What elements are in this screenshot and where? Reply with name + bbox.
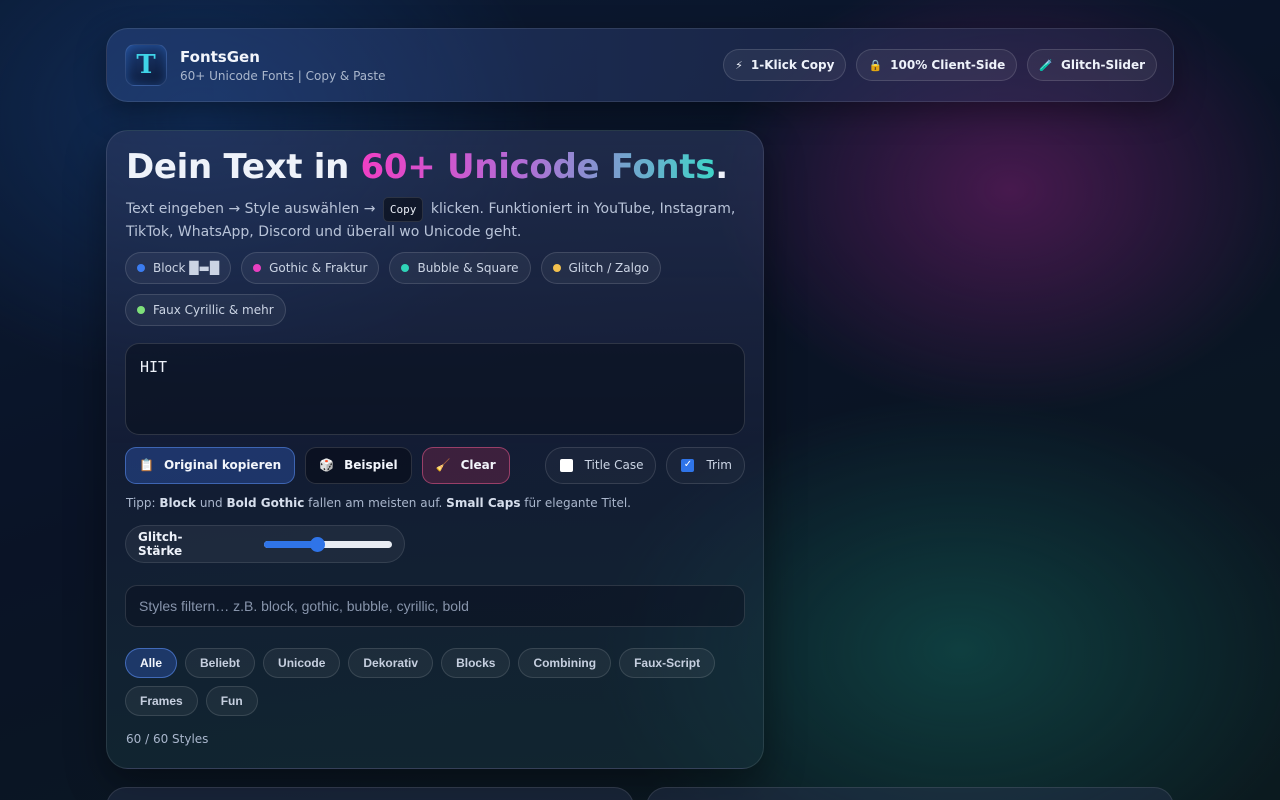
tab-combining[interactable]: Combining xyxy=(518,648,612,678)
lightning-icon: ⚡ xyxy=(735,58,743,72)
text-input[interactable]: HIT xyxy=(125,343,745,435)
tip-text: Tipp: Block und Bold Gothic fallen am me… xyxy=(126,496,631,510)
title-case-toggle[interactable]: Title Case xyxy=(544,446,657,484)
category-chip-glitch: Glitch / Zalgo xyxy=(540,252,661,284)
dot-icon xyxy=(401,264,410,272)
example-button[interactable]: 🎲 Beispiel xyxy=(305,446,412,484)
chip-label: Glitch / Zalgo xyxy=(568,261,649,275)
badge-label: 100% Client-Side xyxy=(890,58,1006,72)
category-chip-gothic: Gothic & Fraktur xyxy=(241,252,380,284)
tip-bold-gothic: Bold Gothic xyxy=(226,496,305,510)
chip-label: Bubble & Square xyxy=(417,261,519,275)
chip-label: Faux Cyrillic & mehr xyxy=(153,303,274,317)
lock-icon: 🔒 xyxy=(868,58,883,72)
tab-dekorativ[interactable]: Dekorativ xyxy=(348,648,434,678)
tab-beliebt[interactable]: Beliebt xyxy=(185,648,256,678)
trim-toggle[interactable]: Trim xyxy=(666,446,745,484)
tip-bold-block: Block xyxy=(159,496,196,510)
copy-kbd: Copy xyxy=(382,197,424,222)
title-case-checkbox[interactable] xyxy=(559,458,573,472)
tab-unicode[interactable]: Unicode xyxy=(263,648,341,678)
logo: T xyxy=(125,44,167,86)
tip-pre: Tipp: xyxy=(126,496,160,510)
toggle-label: Trim xyxy=(706,458,732,472)
tip-mid: fallen am meisten auf. xyxy=(304,496,447,510)
hero-title: Dein Text in 60+ Unicode Fonts. xyxy=(126,147,728,187)
dot-icon xyxy=(253,264,262,272)
action-bar: 📋 Original kopieren 🎲 Beispiel 🧹 Clear Titl… xyxy=(125,446,745,484)
generator-card: Dein Text in 60+ Unicode Fonts. Text ein… xyxy=(106,130,764,769)
clipboard-icon: 📋 xyxy=(139,458,154,472)
brand-title: FontsGen xyxy=(180,47,260,66)
button-label: Beispiel xyxy=(344,458,398,472)
tab-fun[interactable]: Fun xyxy=(205,686,258,716)
category-chip-cyrillic: Faux Cyrillic & mehr xyxy=(125,294,286,326)
glitch-strength-label: Glitch-Stärke xyxy=(138,530,183,558)
category-chips: Block █▬█ Gothic & Fraktur Bubble & Squa… xyxy=(125,252,725,326)
tip-mid: und xyxy=(196,496,227,510)
brand-subtitle: 60+ Unicode Fonts | Copy & Paste xyxy=(180,68,386,83)
chip-label: Block █▬█ xyxy=(153,261,220,275)
style-filter-input[interactable] xyxy=(125,585,745,627)
tab-alle[interactable]: Alle xyxy=(125,648,178,678)
brand: FontsGen 60+ Unicode Fonts | Copy & Past… xyxy=(180,48,385,83)
button-label: Original kopieren xyxy=(163,458,282,472)
category-chip-bubble: Bubble & Square xyxy=(389,252,531,284)
logo-t-icon: T xyxy=(136,50,156,80)
chip-label: Gothic & Fraktur xyxy=(269,261,368,275)
toggle-group: Title Case Trim xyxy=(544,446,745,484)
dot-icon xyxy=(137,306,145,314)
badge-client-side: 🔒 100% Client-Side xyxy=(856,49,1018,81)
style-count: 60 / 60 Styles xyxy=(126,732,209,746)
tab-faux-script[interactable]: Faux-Script xyxy=(619,648,716,678)
copy-original-button[interactable]: 📋 Original kopieren xyxy=(125,446,296,484)
slider-fill xyxy=(264,540,317,548)
test-tube-icon: 🧪 xyxy=(1039,58,1054,72)
results-card-right xyxy=(646,787,1174,800)
glitch-strength-control: Glitch-Stärke xyxy=(125,525,405,563)
hero-title-pre: Dein Text in xyxy=(126,147,361,187)
style-category-tabs: Alle Beliebt Unicode Dekorativ Blocks Co… xyxy=(125,648,745,716)
trim-checkbox[interactable] xyxy=(681,458,695,472)
intro-pre: Text eingeben → Style auswählen → xyxy=(126,201,380,217)
dot-icon xyxy=(552,264,561,272)
glitch-strength-slider[interactable] xyxy=(264,536,392,552)
badge-glitch-slider: 🧪 Glitch-Slider xyxy=(1027,49,1157,81)
badge-label: 1-Klick Copy xyxy=(750,58,835,72)
badge-label: Glitch-Slider xyxy=(1061,58,1145,72)
tip-bold-smallcaps: Small Caps xyxy=(446,496,521,510)
badge-one-click-copy: ⚡ 1-Klick Copy xyxy=(723,49,847,81)
tip-post: für elegante Titel. xyxy=(520,496,631,510)
app-header: T FontsGen 60+ Unicode Fonts | Copy & Pa… xyxy=(106,28,1174,102)
results-card-left xyxy=(106,787,634,800)
intro-text: Text eingeben → Style auswählen → Copy k… xyxy=(126,197,746,243)
category-chip-block: Block █▬█ xyxy=(125,252,232,284)
dot-icon xyxy=(137,264,145,272)
button-label: Clear xyxy=(460,458,496,472)
dice-icon: 🎲 xyxy=(319,458,335,472)
broom-icon: 🧹 xyxy=(435,458,451,472)
tab-frames[interactable]: Frames xyxy=(125,686,198,716)
clear-button[interactable]: 🧹 Clear xyxy=(421,446,510,484)
hero-title-post: . xyxy=(715,147,728,187)
hero-title-accent: 60+ Unicode Fonts xyxy=(360,147,716,187)
slider-thumb[interactable] xyxy=(309,536,325,552)
feature-badges: ⚡ 1-Klick Copy 🔒 100% Client-Side 🧪 Glit… xyxy=(723,49,1157,81)
toggle-label: Title Case xyxy=(584,458,644,472)
tab-blocks[interactable]: Blocks xyxy=(441,648,511,678)
